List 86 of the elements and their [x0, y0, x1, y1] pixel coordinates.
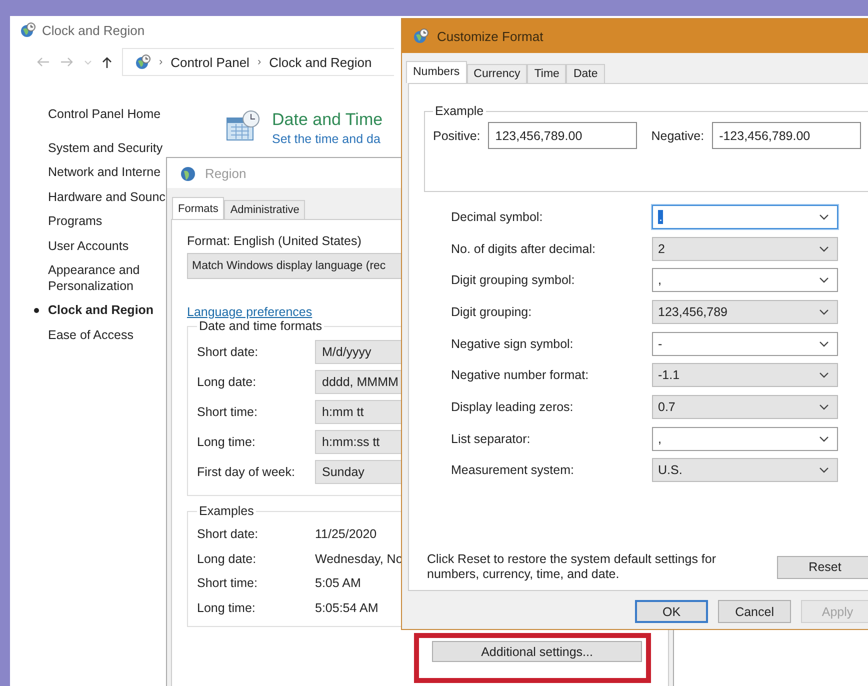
sidebar-link[interactable]: Appearance and Personalization	[32, 258, 152, 298]
window-title: Customize Format	[437, 28, 544, 44]
language-preferences-link[interactable]: Language preferences	[187, 305, 312, 319]
chevron-icon	[819, 404, 829, 410]
setting-combo[interactable]: 0.7	[652, 394, 838, 419]
field-label: Positive:	[433, 128, 480, 142]
globe-icon	[20, 22, 36, 38]
window-title: Clock and Region	[42, 22, 145, 38]
chevron-icon	[819, 467, 829, 474]
back-arrow-icon[interactable]	[36, 57, 50, 67]
forward-arrow-icon[interactable]	[60, 57, 74, 67]
breadcrumb-separator: ›	[159, 56, 163, 68]
setting-label: List separator:	[451, 432, 532, 446]
setting-combo[interactable]: -1.1	[652, 363, 838, 388]
chevron-icon	[819, 214, 829, 220]
calendar-icon	[226, 110, 260, 142]
category-link[interactable]: Set the time and da	[272, 130, 383, 148]
sidebar-link[interactable]: Programs	[32, 209, 102, 234]
field-label: Long time:	[197, 435, 256, 449]
tab[interactable]: Formats	[172, 197, 224, 219]
field-label: Negative:	[651, 128, 704, 142]
setting-label: Display leading zeros:	[451, 400, 574, 414]
format-label: Format: English (United States)	[187, 234, 362, 248]
additional-settings-button[interactable]: Additional settings...	[432, 641, 642, 662]
breadcrumb-separator: ›	[257, 56, 262, 68]
chevron-icon	[819, 277, 829, 284]
address-bar[interactable]: › Control Panel › Clock and Region	[122, 48, 394, 76]
sidebar-link[interactable]: Ease of Access	[32, 322, 134, 347]
field-label: Short time:	[197, 405, 258, 419]
tab[interactable]: Currency	[466, 64, 528, 83]
window-title: Region	[205, 166, 246, 180]
setting-label: No. of digits after decimal:	[451, 242, 597, 256]
setting-label: Decimal symbol:	[451, 210, 544, 224]
reset-note: Click Reset to restore the system default settings for numbers, currency, time, and date.	[426, 552, 718, 582]
setting-combo[interactable]: 2	[652, 236, 838, 261]
example-label: Short date:	[197, 527, 260, 542]
setting-combo[interactable]: ,	[652, 268, 838, 292]
tab[interactable]: Numbers	[406, 61, 467, 83]
setting-combo[interactable]: .	[652, 204, 838, 229]
setting-combo[interactable]: ,	[652, 426, 838, 451]
example-label: Long time:	[197, 600, 256, 615]
positive-example-field: 123,456,789.00	[488, 122, 638, 149]
setting-label: Measurement system:	[451, 463, 575, 478]
example-value: 5:05 AM	[315, 576, 361, 590]
dialog-button[interactable]: OK	[635, 600, 708, 623]
chevron-icon	[819, 372, 829, 378]
tab[interactable]: Date	[566, 64, 605, 83]
field-label: Short date:	[197, 345, 260, 359]
setting-combo[interactable]: 123,456,789	[652, 300, 838, 324]
chevron-icon	[819, 436, 829, 442]
group-title: Example	[434, 104, 485, 118]
sidebar-link[interactable]: Network and Interne	[32, 160, 161, 184]
negative-example-field: -123,456,789.00	[712, 122, 862, 149]
breadcrumb-item[interactable]: Control Panel	[170, 54, 250, 70]
sidebar-link[interactable]: Hardware and Sounc	[32, 184, 166, 209]
setting-label: Digit grouping:	[451, 304, 533, 319]
chevron-icon	[819, 308, 829, 315]
sidebar-link[interactable]: Control Panel Home	[32, 102, 161, 126]
field-label: First day of week:	[197, 465, 296, 479]
up-arrow-icon[interactable]	[102, 56, 112, 68]
globe-icon	[180, 164, 197, 182]
dialog-button[interactable]: Cancel	[718, 600, 792, 623]
sidebar-link[interactable]: Clock and Region	[32, 298, 154, 322]
example-value: 5:05:54 AM	[315, 600, 378, 615]
reset-button[interactable]: Reset	[777, 556, 868, 578]
setting-label: Negative sign symbol:	[451, 336, 574, 351]
field-label: Long date:	[197, 375, 258, 389]
setting-combo[interactable]: -	[652, 332, 838, 356]
breadcrumb-item[interactable]: Clock and Region	[269, 54, 372, 70]
globe-icon	[135, 54, 151, 70]
tab[interactable]: Administrative	[224, 200, 306, 219]
sidebar-link[interactable]: System and Security	[32, 136, 163, 160]
chevron-icon	[819, 340, 829, 347]
setting-label: Negative number format:	[451, 368, 590, 382]
sidebar-link[interactable]: User Accounts	[32, 234, 129, 258]
tab[interactable]: Time	[527, 64, 566, 83]
globe-icon	[413, 28, 429, 44]
category-title[interactable]: Date and Time	[272, 110, 383, 130]
chevron-icon	[819, 246, 829, 252]
group-title: Examples	[198, 504, 255, 518]
example-label: Short time:	[197, 576, 258, 590]
caret-icon[interactable]	[84, 60, 92, 64]
example-value: 11/25/2020	[315, 527, 377, 542]
example-label: Long date:	[197, 552, 258, 566]
setting-combo[interactable]: U.S.	[652, 458, 838, 482]
group-title: Date and time formats	[198, 319, 323, 333]
